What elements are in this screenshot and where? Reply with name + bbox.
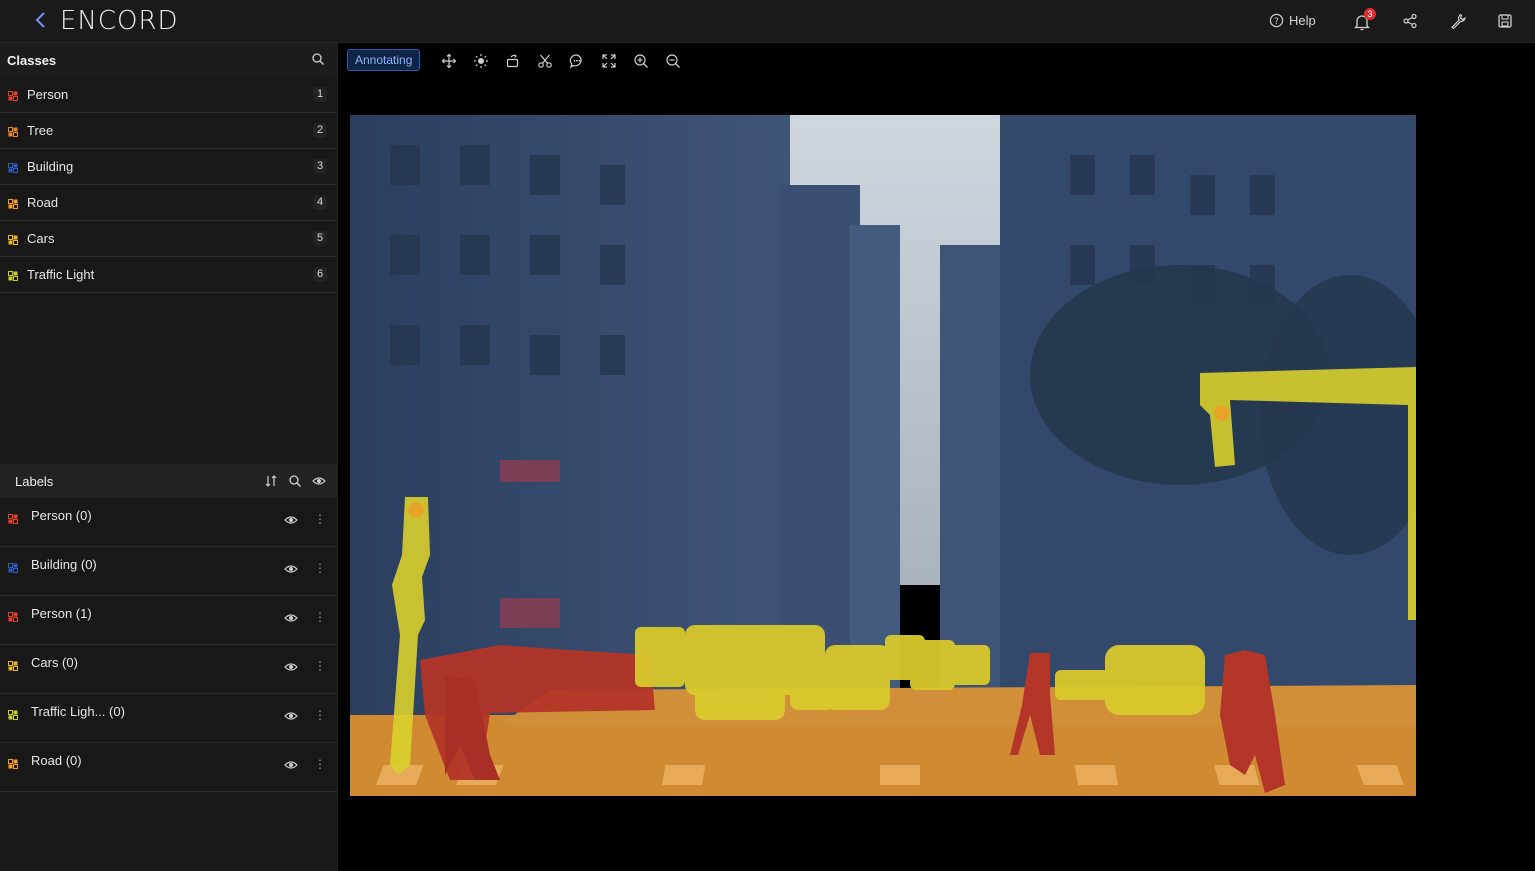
app-logo: ENCORD	[60, 6, 179, 36]
top-bar: ENCORD ? Help 3	[0, 0, 1535, 43]
eye-icon[interactable]	[284, 660, 298, 672]
zoom-in-icon[interactable]	[633, 53, 649, 69]
class-label: Building	[27, 159, 74, 174]
class-item[interactable]: Traffic Light 6	[0, 257, 337, 293]
class-hotkey: 2	[313, 123, 327, 138]
fit-screen-icon[interactable]	[601, 53, 617, 69]
class-item[interactable]: Person 1	[0, 77, 337, 113]
class-color-icon	[8, 89, 18, 101]
more-options-icon[interactable]: ⋮	[314, 610, 326, 624]
class-hotkey: 3	[313, 159, 327, 174]
help-button[interactable]: ? Help	[1269, 13, 1316, 28]
class-list: Person 1 Tree 2 Building 3 Road 4 Cars 5 Traffic L…	[0, 77, 337, 293]
help-label: Help	[1289, 13, 1316, 28]
notification-badge: 3	[1364, 8, 1376, 20]
label-item[interactable]: Road (0) ⋮	[0, 743, 338, 792]
class-color-icon	[8, 125, 18, 137]
more-options-icon[interactable]: ⋮	[314, 561, 326, 575]
class-label: Tree	[27, 123, 54, 138]
more-options-icon[interactable]: ⋮	[314, 708, 326, 722]
save-icon[interactable]	[1497, 13, 1515, 31]
zoom-out-icon[interactable]	[665, 53, 681, 69]
back-icon[interactable]	[33, 10, 49, 30]
labels-search-icon[interactable]	[288, 474, 302, 488]
eye-icon[interactable]	[284, 709, 298, 721]
classes-header: Classes	[0, 43, 337, 77]
label-item[interactable]: Person (1) ⋮	[0, 596, 338, 645]
label-color-icon	[8, 658, 18, 671]
comment-icon[interactable]	[569, 53, 585, 69]
class-item[interactable]: Building 3	[0, 149, 337, 185]
label-color-icon	[8, 609, 18, 622]
svg-text:?: ?	[1274, 16, 1278, 26]
label-item[interactable]: Building (0) ⋮	[0, 547, 338, 596]
brightness-icon[interactable]	[473, 53, 489, 69]
class-item[interactable]: Road 4	[0, 185, 337, 221]
search-icon[interactable]	[311, 52, 325, 66]
cut-icon[interactable]	[537, 53, 553, 69]
label-color-icon	[8, 707, 18, 720]
label-item[interactable]: Person (0) ⋮	[0, 498, 338, 547]
class-hotkey: 6	[313, 267, 327, 282]
sidebar: Classes Person 1 Tree 2 Building 3 Road 4 Cars 5 T…	[0, 43, 338, 871]
class-item[interactable]: Cars 5	[0, 221, 337, 257]
more-options-icon[interactable]: ⋮	[314, 757, 326, 771]
wrench-icon[interactable]	[1450, 13, 1468, 31]
sort-icon[interactable]	[264, 474, 278, 488]
visibility-icon[interactable]	[312, 474, 326, 488]
labels-title: Labels	[15, 474, 54, 489]
mode-badge[interactable]: Annotating	[347, 49, 421, 71]
annotation-toolbar: Annotating	[340, 43, 1535, 79]
class-label: Cars	[27, 231, 55, 246]
eye-icon[interactable]	[284, 758, 298, 770]
class-hotkey: 1	[313, 87, 327, 102]
label-name: Person (0)	[31, 508, 92, 523]
eye-icon[interactable]	[284, 513, 298, 525]
label-item[interactable]: Traffic Ligh... (0) ⋮	[0, 694, 338, 743]
labels-header: Labels	[0, 464, 338, 498]
class-item[interactable]: Tree 2	[0, 113, 337, 149]
label-color-icon	[8, 756, 18, 769]
label-name: Road (0)	[31, 753, 82, 768]
class-color-icon	[8, 233, 18, 245]
label-item[interactable]: Cars (0) ⋮	[0, 645, 338, 694]
move-icon[interactable]	[441, 53, 457, 69]
help-icon: ?	[1269, 13, 1284, 28]
class-hotkey: 4	[313, 195, 327, 210]
label-name: Person (1)	[31, 606, 92, 621]
class-color-icon	[8, 197, 18, 209]
class-label: Road	[27, 195, 59, 210]
eye-icon[interactable]	[284, 611, 298, 623]
class-color-icon	[8, 269, 18, 281]
eye-icon[interactable]	[284, 562, 298, 574]
class-color-icon	[8, 161, 18, 173]
label-name: Cars (0)	[31, 655, 78, 670]
class-label: Traffic Light	[27, 267, 95, 282]
label-color-icon	[8, 560, 18, 573]
annotation-canvas[interactable]	[350, 115, 1416, 796]
label-color-icon	[8, 511, 18, 524]
more-options-icon[interactable]: ⋮	[314, 512, 326, 526]
rotate-icon[interactable]	[505, 53, 521, 69]
label-name: Traffic Ligh... (0)	[31, 704, 125, 719]
label-name: Building (0)	[31, 557, 97, 572]
more-options-icon[interactable]: ⋮	[314, 659, 326, 673]
classes-title: Classes	[7, 52, 57, 68]
class-label: Person	[27, 87, 69, 102]
segmented-street-image	[350, 115, 1416, 796]
share-icon[interactable]	[1402, 13, 1420, 31]
class-hotkey: 5	[313, 231, 327, 246]
